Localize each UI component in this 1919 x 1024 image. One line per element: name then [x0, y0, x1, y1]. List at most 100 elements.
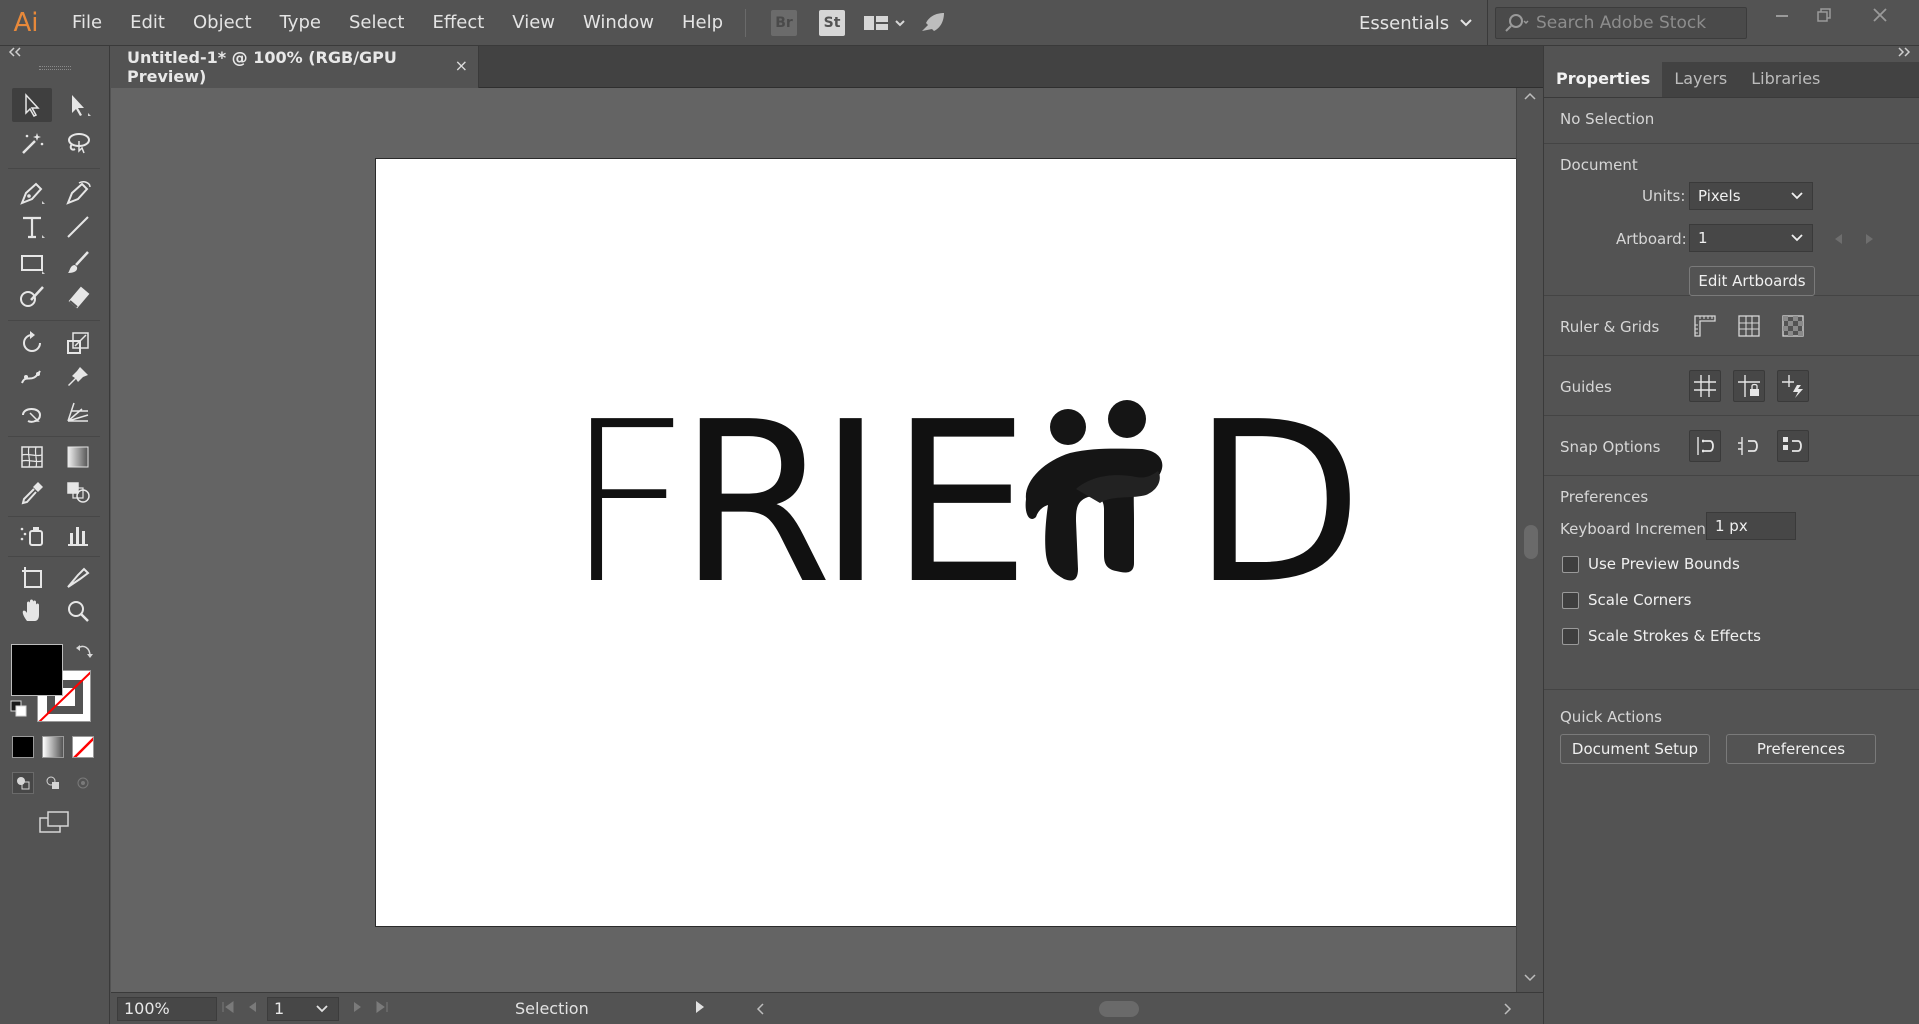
snap-to-grid-button[interactable]: [1733, 430, 1765, 462]
direct-selection-tool[interactable]: [58, 88, 98, 122]
line-segment-tool[interactable]: [58, 210, 98, 244]
draw-behind-button[interactable]: [42, 772, 64, 794]
pin-tool[interactable]: [58, 360, 98, 394]
first-artboard-button[interactable]: [221, 1000, 235, 1017]
status-menu-button[interactable]: [695, 999, 705, 1018]
gradient-mode-button[interactable]: [42, 736, 64, 758]
magic-wand-tool[interactable]: [12, 126, 52, 160]
close-window-button[interactable]: [1860, 0, 1900, 30]
slice-tool[interactable]: [58, 560, 98, 594]
show-rulers-button[interactable]: [1689, 310, 1721, 342]
artboard[interactable]: F R I E D: [375, 158, 1516, 927]
scale-corners-checkbox[interactable]: [1562, 592, 1579, 609]
fill-swatch-front[interactable]: [11, 644, 63, 696]
menu-view[interactable]: View: [498, 0, 569, 46]
artboard-dropdown[interactable]: 1: [1689, 224, 1813, 252]
pen-tool[interactable]: [12, 176, 52, 210]
gradient-tool[interactable]: [58, 440, 98, 474]
rectangle-tool[interactable]: [12, 246, 52, 280]
next-artboard-button[interactable]: [353, 1001, 363, 1017]
artboard-dropdown-chevron-icon[interactable]: [315, 1004, 329, 1014]
document-setup-button[interactable]: Document Setup: [1560, 734, 1710, 764]
snap-to-pixel-button[interactable]: [1777, 430, 1809, 462]
gpu-performance-button[interactable]: [918, 11, 946, 35]
workspace-switcher[interactable]: Essentials: [1345, 0, 1489, 46]
puppet-warp-tool[interactable]: [12, 360, 52, 394]
curvature-tool[interactable]: [58, 176, 98, 210]
symbol-sprayer-tool[interactable]: [12, 518, 52, 552]
menu-file[interactable]: File: [52, 0, 116, 46]
change-screen-mode-button[interactable]: [38, 810, 72, 840]
zoom-tool[interactable]: [58, 594, 98, 628]
color-mode-button[interactable]: [12, 736, 34, 758]
scale-tool[interactable]: [58, 326, 98, 360]
snap-to-point-button[interactable]: [1689, 430, 1721, 462]
selection-tool[interactable]: [12, 88, 52, 122]
column-graph-tool[interactable]: [58, 518, 98, 552]
default-fill-stroke-button[interactable]: [10, 700, 28, 722]
use-preview-bounds-checkbox[interactable]: [1562, 556, 1579, 573]
menu-window[interactable]: Window: [569, 0, 668, 46]
stock-search[interactable]: [1495, 7, 1747, 39]
preferences-button[interactable]: Preferences: [1726, 734, 1876, 764]
paintbrush-tool[interactable]: [58, 246, 98, 280]
horizontal-scroll-thumb[interactable]: [1099, 1001, 1139, 1017]
free-transform-tool[interactable]: [12, 396, 52, 430]
next-artboard-arrow-icon[interactable]: [1864, 232, 1876, 246]
minimize-button[interactable]: [1762, 0, 1802, 30]
scroll-down-icon[interactable]: [1523, 972, 1537, 987]
menu-edit[interactable]: Edit: [116, 0, 179, 46]
smart-guides-button[interactable]: [1777, 370, 1809, 402]
units-dropdown[interactable]: Pixels: [1689, 182, 1813, 210]
swap-fill-stroke-button[interactable]: [74, 642, 94, 666]
bridge-button[interactable]: Br: [771, 9, 798, 36]
type-tool[interactable]: [12, 210, 52, 244]
menu-type[interactable]: Type: [266, 0, 335, 46]
keyboard-increment-input[interactable]: 1 px: [1706, 512, 1796, 540]
last-artboard-button[interactable]: [375, 1000, 389, 1017]
rotate-tool[interactable]: [12, 326, 52, 360]
tab-layers[interactable]: Layers: [1662, 61, 1739, 97]
shaper-tool[interactable]: [12, 280, 52, 314]
draw-inside-button[interactable]: [72, 772, 94, 794]
mesh-tool[interactable]: [12, 440, 52, 474]
stock-button[interactable]: St: [819, 9, 846, 36]
show-grid-button[interactable]: [1733, 310, 1765, 342]
draw-normal-button[interactable]: [12, 772, 34, 794]
friend-logo-artwork[interactable]: F R I E D: [376, 159, 1516, 928]
collapse-panel-button[interactable]: [1544, 46, 1919, 62]
restore-button[interactable]: [1804, 0, 1844, 30]
canvas[interactable]: F R I E D: [111, 88, 1516, 992]
toolbar-grip[interactable]: [38, 66, 71, 70]
hand-tool[interactable]: [12, 594, 52, 628]
menu-effect[interactable]: Effect: [418, 0, 498, 46]
close-document-button[interactable]: ×: [455, 56, 468, 75]
blend-tool[interactable]: [58, 476, 98, 510]
arrange-documents-button[interactable]: [862, 13, 906, 33]
perspective-grid-tool[interactable]: [58, 396, 98, 430]
vertical-scrollbar[interactable]: [1516, 88, 1543, 992]
horizontal-scrollbar[interactable]: [755, 997, 1513, 1019]
eraser-tool[interactable]: [58, 280, 98, 314]
vertical-scroll-thumb[interactable]: [1524, 525, 1538, 559]
scale-strokes-effects-checkbox[interactable]: [1562, 628, 1579, 645]
tab-libraries[interactable]: Libraries: [1739, 61, 1832, 97]
previous-artboard-button[interactable]: [247, 1001, 257, 1017]
previous-artboard-arrow-icon[interactable]: [1832, 232, 1844, 246]
scroll-left-icon[interactable]: [755, 1002, 765, 1016]
show-transparency-grid-button[interactable]: [1777, 310, 1809, 342]
lasso-tool[interactable]: [58, 126, 98, 160]
show-guides-button[interactable]: [1689, 370, 1721, 402]
edit-artboards-button[interactable]: Edit Artboards: [1689, 266, 1815, 296]
menu-select[interactable]: Select: [335, 0, 419, 46]
scroll-up-icon[interactable]: [1523, 90, 1537, 105]
tab-properties[interactable]: Properties: [1544, 61, 1663, 97]
collapse-toolbar-button[interactable]: [0, 46, 109, 62]
document-tab[interactable]: Untitled-1* @ 100% (RGB/GPU Preview) ×: [111, 46, 479, 88]
menu-object[interactable]: Object: [179, 0, 266, 46]
search-input[interactable]: [1536, 13, 1746, 33]
eyedropper-tool[interactable]: [12, 476, 52, 510]
menu-help[interactable]: Help: [668, 0, 737, 46]
lock-guides-button[interactable]: [1733, 370, 1765, 402]
none-mode-button[interactable]: [72, 736, 94, 758]
